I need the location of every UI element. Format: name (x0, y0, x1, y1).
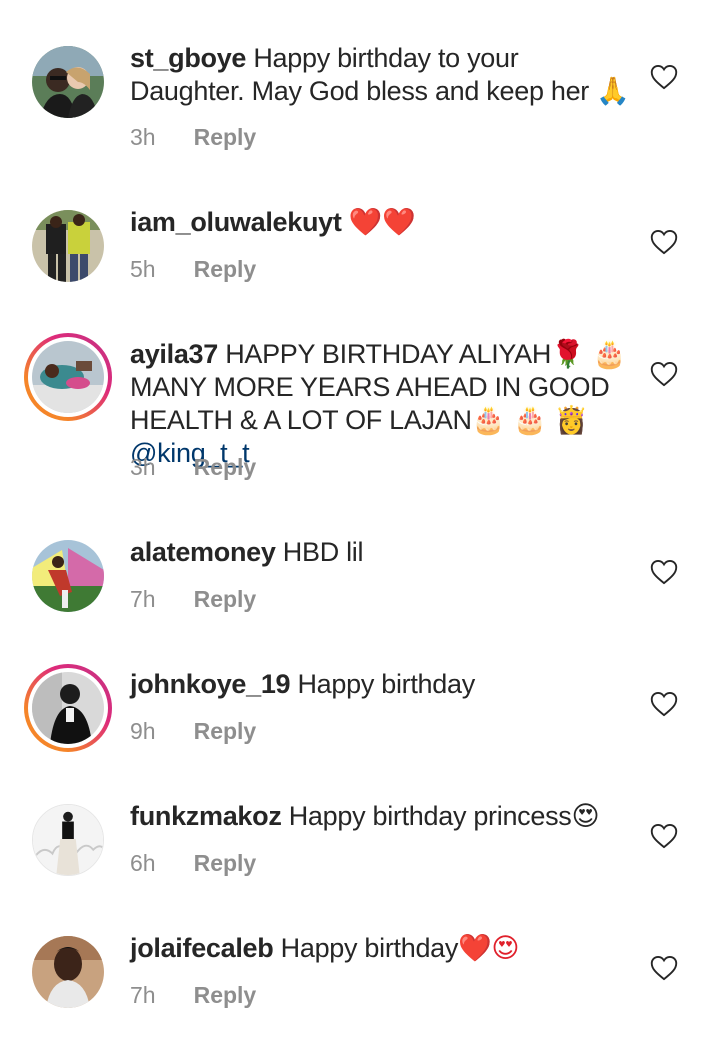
praying-hands-emoji: 🙏 (596, 76, 630, 107)
avatar[interactable] (32, 804, 104, 876)
username[interactable]: ayila37 (130, 339, 218, 369)
reply-button[interactable]: Reply (194, 586, 257, 613)
heart-eyes-emoji: 😍 (571, 801, 600, 832)
reply-button[interactable]: Reply (194, 124, 257, 151)
comment-text: iam_oluwalekuyt ❤️❤️ (130, 206, 630, 239)
reply-button[interactable]: Reply (194, 256, 257, 283)
red-hearts-emoji: ❤️❤️ (348, 207, 416, 238)
avatar[interactable] (32, 936, 104, 1008)
comment-timestamp: 3h (130, 454, 156, 480)
cake-princess-emoji: 🎂 🎂 👸 (471, 405, 589, 436)
comment-timestamp: 9h (130, 718, 156, 744)
avatar[interactable] (32, 210, 104, 282)
reply-button[interactable]: Reply (194, 982, 257, 1009)
like-heart-icon[interactable] (650, 361, 678, 387)
like-heart-icon[interactable] (650, 691, 678, 717)
comment-timestamp: 7h (130, 586, 156, 612)
rose-cake-emoji: 🌹 🎂 (551, 339, 626, 370)
username[interactable]: iam_oluwalekuyt (130, 207, 342, 237)
comment-timestamp: 6h (130, 850, 156, 876)
username[interactable]: st_gboye (130, 43, 246, 73)
comment-body: HAPPY BIRTHDAY ALIYAH (225, 339, 552, 369)
like-heart-icon[interactable] (650, 955, 678, 981)
comment-text: ayila37 HAPPY BIRTHDAY ALIYAH🌹 🎂 MANY MO… (130, 338, 640, 470)
comment-text: johnkoye_19 Happy birthday (130, 668, 630, 701)
reply-button[interactable]: Reply (194, 454, 257, 481)
like-heart-icon[interactable] (650, 559, 678, 585)
avatar[interactable] (32, 46, 104, 118)
username[interactable]: alatemoney (130, 537, 276, 567)
like-heart-icon[interactable] (650, 64, 678, 90)
reply-button[interactable]: Reply (194, 850, 257, 877)
comment-text: funkzmakoz Happy birthday princess😍 (130, 800, 630, 833)
avatar-story-ring[interactable] (24, 333, 112, 421)
comment-body: HBD lil (282, 537, 364, 567)
like-heart-icon[interactable] (650, 229, 678, 255)
avatar-story-ring[interactable] (24, 664, 112, 752)
avatar[interactable] (32, 540, 104, 612)
comment-body: Happy birthday (280, 933, 459, 963)
reply-button[interactable]: Reply (194, 718, 257, 745)
comment-timestamp: 3h (130, 124, 156, 150)
comment-body: Happy birthday (297, 669, 475, 699)
heart-and-heart-eyes-emoji: ❤️😍 (458, 933, 520, 964)
username[interactable]: jolaifecaleb (130, 933, 274, 963)
comment-text: jolaifecaleb Happy birthday❤️😍 (130, 932, 630, 965)
comment-timestamp: 7h (130, 982, 156, 1008)
username[interactable]: johnkoye_19 (130, 669, 291, 699)
avatar (32, 341, 104, 413)
comment-text: st_gboye Happy birthday to your Daughter… (130, 42, 630, 108)
like-heart-icon[interactable] (650, 823, 678, 849)
comment-timestamp: 5h (130, 256, 156, 282)
comment-text: alatemoney HBD lil (130, 536, 630, 569)
avatar (32, 672, 104, 744)
comment-body: Happy birthday princess (288, 801, 572, 831)
username[interactable]: funkzmakoz (130, 801, 282, 831)
